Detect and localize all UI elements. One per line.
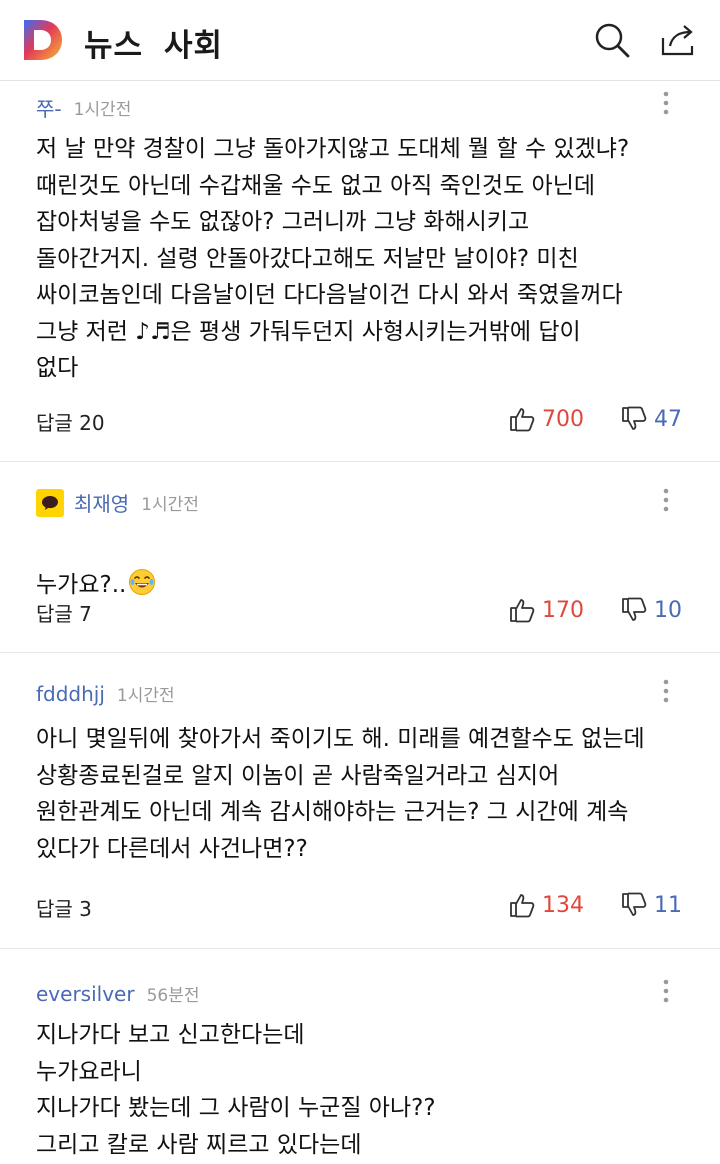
- comment-author[interactable]: fdddhjj: [36, 682, 105, 706]
- like-button[interactable]: 170: [508, 596, 584, 624]
- comment-text: 아니 몇일뒤에 찾아가서 죽이기도 해. 미래를 예견할수도 없는데 상황종료된…: [36, 726, 645, 862]
- dislike-button[interactable]: 10: [620, 596, 682, 624]
- reply-button[interactable]: 답글 20: [36, 407, 105, 436]
- like-button[interactable]: 700: [508, 405, 584, 433]
- vote-bar: 134 11: [508, 891, 682, 919]
- comment-author[interactable]: 최재영: [74, 488, 129, 517]
- comment-header: fdddhjj 1시간전: [36, 681, 175, 707]
- more-options-icon[interactable]: [656, 486, 676, 516]
- nav-section-label[interactable]: 사회: [164, 20, 223, 65]
- daum-logo[interactable]: [20, 18, 64, 62]
- thumbs-down-icon: [622, 892, 647, 916]
- nav-news-label[interactable]: 뉴스: [84, 20, 143, 65]
- comment-author[interactable]: eversilver: [36, 982, 135, 1006]
- comment-text: 저 날 만약 경찰이 그냥 돌아가지않고 도대체 뭘 할 수 있겠냐? 때린것도…: [36, 136, 630, 381]
- comment-item: eversilver 56분전 지나가다 보고 신고한다는데 누가요라니 지나가…: [0, 949, 720, 1164]
- top-bar: 뉴스 사회: [0, 0, 720, 81]
- more-options-icon[interactable]: [656, 977, 676, 1007]
- comment-text-row: 누가요?..: [36, 530, 690, 603]
- comment-item: 최재영 1시간전 누가요?.. 답글 7 170 10: [0, 462, 720, 653]
- comment-time: 1시간전: [116, 686, 175, 706]
- comment-header: eversilver 56분전: [36, 981, 200, 1007]
- thumbs-up-icon: [510, 599, 535, 623]
- vote-bar: 170 10: [508, 596, 682, 624]
- thumbs-up-icon: [510, 408, 535, 432]
- comment-time: 1시간전: [73, 100, 132, 120]
- more-options-icon[interactable]: [656, 677, 676, 707]
- comment-author[interactable]: 쭈-: [36, 93, 62, 122]
- thumbs-down-icon: [622, 597, 647, 621]
- reply-button[interactable]: 답글 7: [36, 598, 92, 627]
- kakao-profile-icon: [36, 488, 64, 517]
- like-count: 134: [542, 892, 584, 918]
- dislike-count: 47: [654, 406, 682, 432]
- dislike-button[interactable]: 47: [620, 405, 682, 433]
- comment-header: 최재영 1시간전: [36, 488, 199, 517]
- comment-text: 지나가다 보고 신고한다는데 누가요라니 지나가다 봤는데 그 사람이 누군질 …: [36, 1022, 436, 1158]
- like-count: 700: [542, 406, 584, 432]
- like-count: 170: [542, 597, 584, 623]
- dislike-count: 10: [654, 597, 682, 623]
- comment-header: 쭈- 1시간전: [36, 93, 131, 122]
- comment-time: 56분전: [146, 986, 200, 1006]
- speech-bubble-icon: [42, 495, 58, 510]
- more-options-icon[interactable]: [656, 89, 676, 119]
- comment-item: 쭈- 1시간전 저 날 만약 경찰이 그냥 돌아가지않고 도대체 뭘 할 수 있…: [0, 81, 720, 462]
- thumbs-up-icon: [510, 894, 535, 918]
- share-icon[interactable]: [658, 20, 698, 60]
- comment-item: fdddhjj 1시간전 아니 몇일뒤에 찾아가서 죽이기도 해. 미래를 예견…: [0, 653, 720, 949]
- dislike-count: 11: [654, 892, 682, 918]
- search-icon[interactable]: [592, 20, 632, 60]
- like-button[interactable]: 134: [508, 891, 584, 919]
- reply-button[interactable]: 답글 3: [36, 893, 92, 922]
- comment-time: 1시간전: [141, 495, 199, 515]
- thumbs-down-icon: [622, 406, 647, 430]
- vote-bar: 700 47: [508, 405, 682, 433]
- comment-text: 누가요?..: [36, 571, 127, 598]
- dislike-button[interactable]: 11: [620, 891, 682, 919]
- laughing-tears-emoji: [129, 568, 156, 595]
